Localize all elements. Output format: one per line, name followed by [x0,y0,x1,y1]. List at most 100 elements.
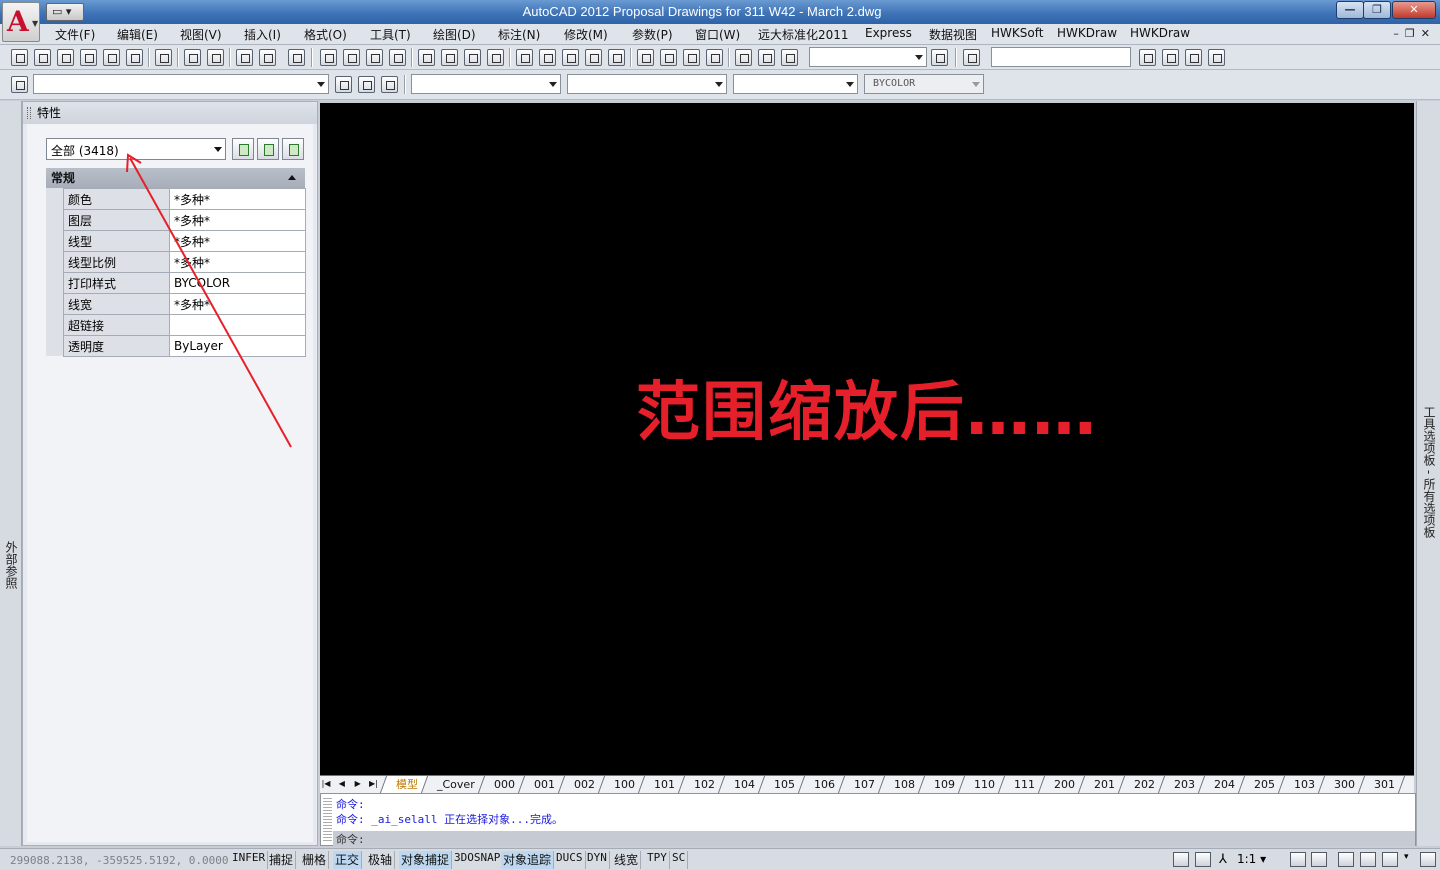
layout-tab[interactable]: 200 [1037,776,1085,793]
text-style-combo[interactable] [991,47,1131,67]
menu-parametric[interactable]: 参数(P) [632,26,673,43]
layout-tab[interactable]: 301 [1357,776,1405,793]
property-value[interactable]: *多种* [169,209,306,231]
text-style-icon[interactable] [963,49,980,66]
layout-tab[interactable]: 110 [957,776,1005,793]
property-value[interactable]: *多种* [169,251,306,273]
layout-tab[interactable]: 109 [917,776,965,793]
new-icon[interactable] [11,49,28,66]
close-button[interactable]: ✕ [1392,1,1436,19]
property-value[interactable]: *多种* [169,188,306,210]
menu-hwksoft[interactable]: HWKSoft [991,26,1043,40]
copy-icon[interactable] [184,49,201,66]
menu-edit[interactable]: 编辑(E) [117,26,158,43]
status-toggle-button[interactable]: 线宽 [612,851,642,869]
collapse-icon[interactable] [288,175,296,180]
menu-format[interactable]: 格式(O) [304,26,347,43]
toggle-pickadd-icon[interactable] [232,138,254,160]
next-tab-icon[interactable]: ▶ [352,777,364,791]
jogged-icon[interactable] [441,49,458,66]
paste-icon[interactable] [207,49,224,66]
status-toggle-button[interactable]: 捕捉 [267,851,297,869]
lock-icon[interactable] [1360,852,1376,867]
menu-express[interactable]: Express [865,26,912,40]
property-value[interactable]: BYCOLOR [169,272,306,294]
property-row[interactable]: 图层 *多种* [63,209,306,231]
match-properties-icon[interactable] [288,49,305,66]
layout-tab[interactable]: 106 [797,776,845,793]
linear-dimension-icon[interactable] [320,49,337,66]
block-attribute-icon[interactable] [1162,49,1179,66]
status-toggle-button[interactable]: SC [670,851,689,869]
last-tab-icon[interactable]: ▶| [367,777,379,791]
property-value[interactable] [169,314,306,336]
status-toggle-button[interactable]: 正交 [333,851,363,869]
layout-tab[interactable]: 300 [1317,776,1365,793]
dimension-text-edit-icon[interactable] [758,49,775,66]
jogged-linear-icon[interactable] [706,49,723,66]
preview-icon[interactable] [80,49,97,66]
palette-grip[interactable] [27,107,31,119]
application-menu-button[interactable]: A ▼ [2,2,40,42]
plot-style-combo[interactable]: BYCOLOR [864,74,984,94]
layer-properties-icon[interactable] [11,76,28,93]
property-row[interactable]: 超链接 [63,314,306,336]
drawing-canvas[interactable]: 范围缩放后…… [320,103,1414,775]
block-edit-icon[interactable] [1139,49,1156,66]
dimension-break-icon[interactable] [608,49,625,66]
open-icon[interactable] [34,49,51,66]
status-menu-icon[interactable]: ▾ [1404,852,1416,867]
tab-model[interactable]: 模型 [380,776,428,793]
property-row[interactable]: 线型 *多种* [63,230,306,252]
model-icon[interactable] [1173,852,1189,867]
category-general[interactable]: 常规 [46,168,305,188]
menu-file[interactable]: 文件(F) [55,26,95,43]
layout-tab[interactable]: _Cover [421,776,485,793]
layer-combo[interactable] [33,74,329,94]
quick-dimension-icon[interactable] [516,49,533,66]
layout-tab[interactable]: 102 [677,776,725,793]
layout-tab[interactable]: 000 [477,776,525,793]
layout-tab[interactable]: 100 [597,776,645,793]
restore-button[interactable]: ❐ [1363,1,1391,19]
property-value[interactable]: ByLayer [169,335,306,357]
status-toggle-button[interactable]: DYN [585,851,610,869]
property-row[interactable]: 线型比例 *多种* [63,251,306,273]
radius-icon[interactable] [418,49,435,66]
block-manager-icon[interactable] [1208,49,1225,66]
annotation-scale-value[interactable]: 1:1 ▾ [1237,852,1266,866]
status-toggle-button[interactable]: 3DOSNAP [452,851,504,869]
layout-tab[interactable]: 107 [837,776,885,793]
publish-icon[interactable] [126,49,143,66]
inspect-icon[interactable] [683,49,700,66]
print-icon[interactable] [103,49,120,66]
status-toggle-button[interactable]: 对象捕捉 [399,851,453,869]
annotation-scale-icon[interactable]: ⅄ [1219,852,1233,867]
block-icon[interactable] [236,49,253,66]
layer-previous-icon[interactable] [358,76,375,93]
lineweight-combo[interactable] [733,74,858,94]
menu-view[interactable]: 视图(V) [180,26,222,43]
hardware-acceleration-icon[interactable] [1382,852,1398,867]
selection-filter-combo[interactable]: 全部 (3418) [46,138,226,160]
select-objects-icon[interactable] [257,138,279,160]
layout-tab[interactable]: 205 [1237,776,1285,793]
coordinate-readout[interactable]: 299088.2138, -359525.5192, 0.0000 [10,854,229,867]
tolerance-icon[interactable] [637,49,654,66]
property-row[interactable]: 打印样式 BYCOLOR [63,272,306,294]
layout-tab[interactable]: 203 [1157,776,1205,793]
status-toggle-button[interactable]: DUCS [554,851,586,869]
continue-icon[interactable] [562,49,579,66]
dimension-space-icon[interactable] [585,49,602,66]
status-toggle-button[interactable]: 栅格 [300,851,330,869]
layout-tab[interactable]: 001 [517,776,565,793]
baseline-icon[interactable] [539,49,556,66]
layout-tab[interactable]: 204 [1197,776,1245,793]
center-mark-icon[interactable] [660,49,677,66]
linetype-combo[interactable] [567,74,727,94]
property-value[interactable]: *多种* [169,293,306,315]
menu-modify[interactable]: 修改(M) [564,26,608,43]
layout-tab[interactable]: 103 [1277,776,1325,793]
layout-tab[interactable]: 002 [557,776,605,793]
property-row[interactable]: 颜色 *多种* [63,188,306,210]
